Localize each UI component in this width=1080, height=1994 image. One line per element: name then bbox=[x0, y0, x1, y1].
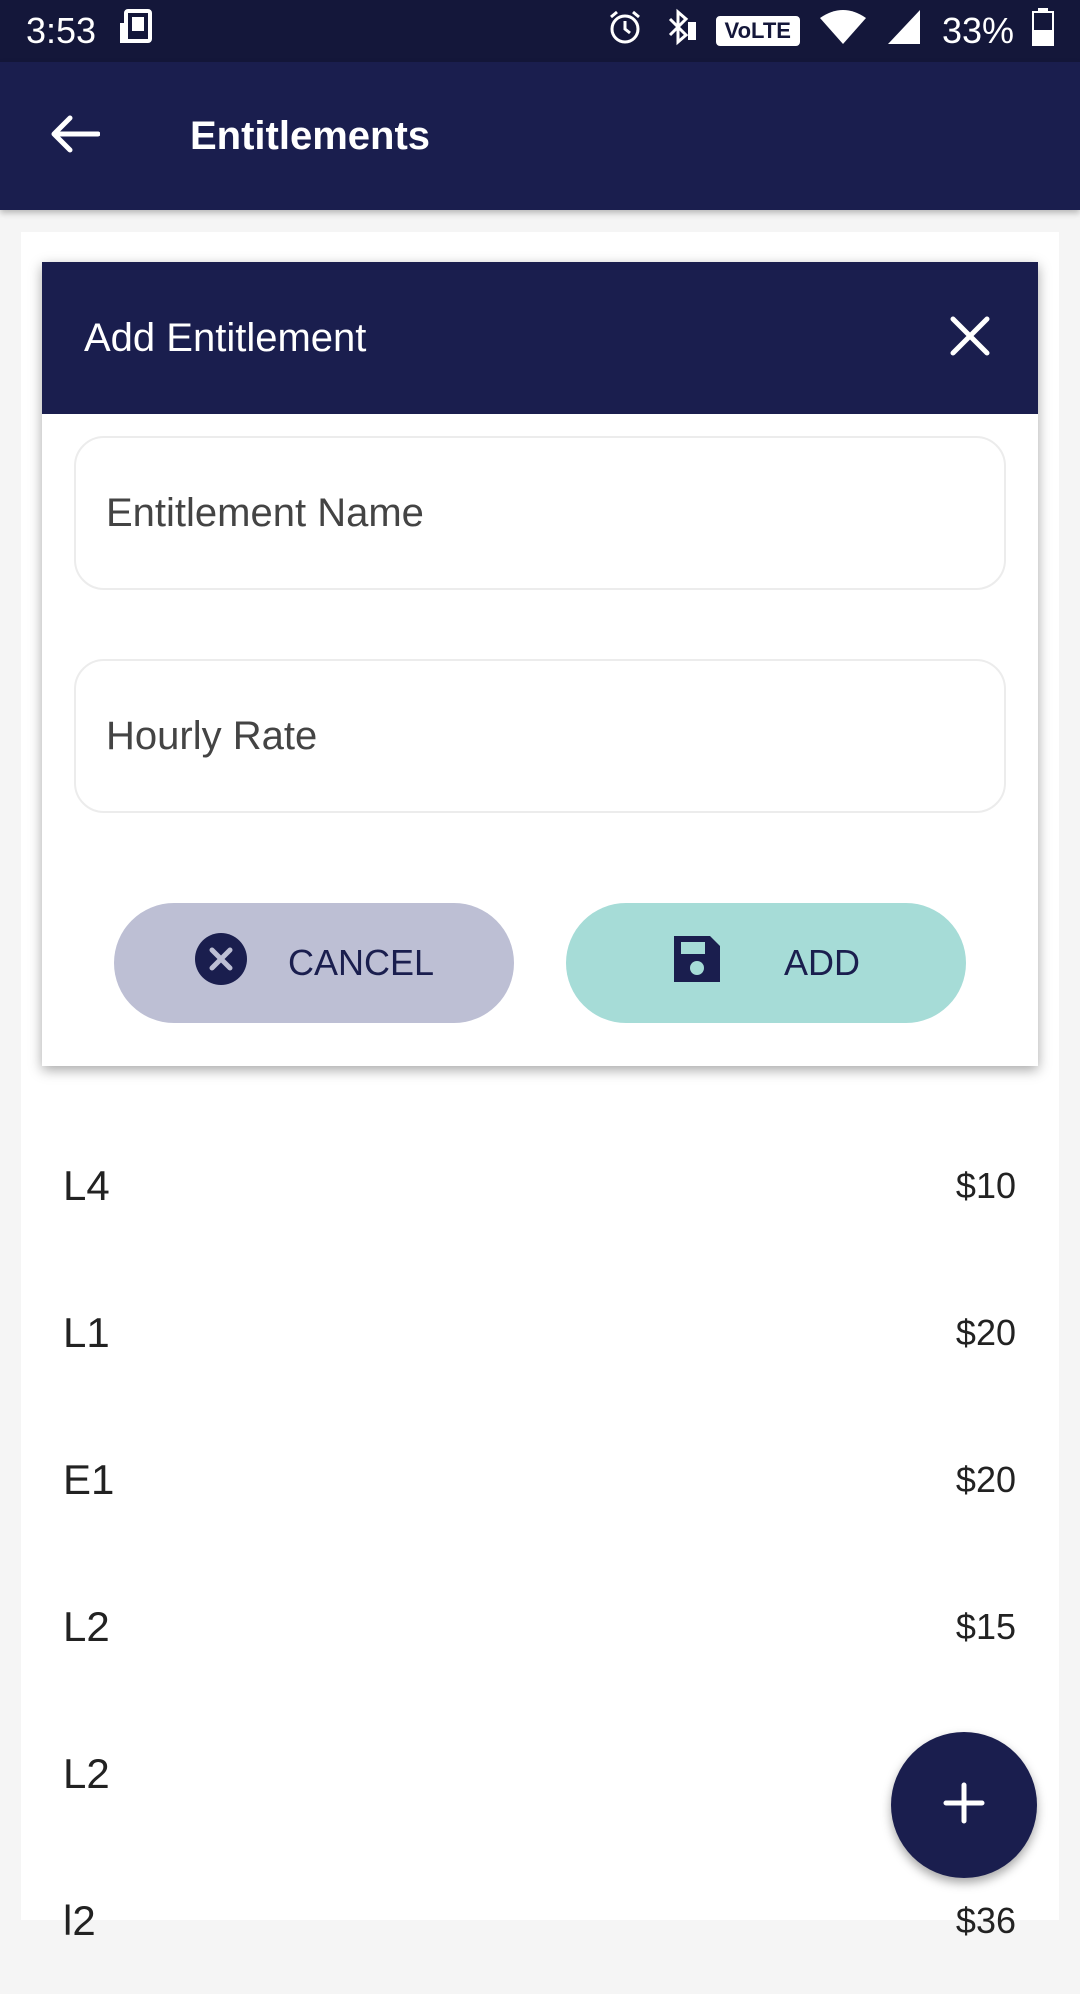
status-left: 3:53 bbox=[26, 7, 158, 56]
entitlement-name: E1 bbox=[63, 1455, 115, 1503]
cancel-circle-icon bbox=[194, 932, 248, 995]
list-item[interactable]: L2 $15 bbox=[21, 1553, 1059, 1700]
device-icon bbox=[118, 7, 158, 56]
entitlement-rate: $20 bbox=[955, 1458, 1016, 1500]
entitlement-name: L2 bbox=[63, 1602, 110, 1650]
add-button[interactable]: ADD bbox=[566, 903, 966, 1023]
entitlement-rate: $20 bbox=[955, 1311, 1016, 1353]
arrow-left-icon bbox=[48, 114, 101, 159]
status-time: 3:53 bbox=[26, 10, 97, 51]
page-title: Entitlements bbox=[190, 113, 431, 158]
app-bar: Entitlements bbox=[0, 62, 1080, 210]
hourly-rate-input[interactable] bbox=[106, 713, 974, 759]
entitlement-name: L1 bbox=[63, 1308, 110, 1356]
status-bar: 3:53 VoLTE 33% bbox=[0, 0, 1080, 62]
entitlement-rate: $15 bbox=[955, 1605, 1016, 1647]
entitlement-rate: $36 bbox=[955, 1899, 1016, 1941]
wifi-icon bbox=[818, 8, 868, 55]
entitlement-name-input[interactable] bbox=[106, 490, 974, 536]
back-button[interactable] bbox=[0, 62, 148, 210]
list-item[interactable]: L4 $10 bbox=[21, 1112, 1059, 1259]
floppy-disk-icon bbox=[672, 934, 722, 993]
entitlement-rate: $10 bbox=[955, 1164, 1016, 1206]
list-item[interactable]: E1 $20 bbox=[21, 1406, 1059, 1553]
hourly-rate-field[interactable] bbox=[74, 659, 1006, 813]
list-item[interactable]: l2 $36 bbox=[21, 1847, 1059, 1994]
battery-percent: 33% bbox=[941, 10, 1014, 51]
add-entitlement-dialog: Add Entitlement CANCEL bbox=[42, 262, 1038, 1066]
status-right: VoLTE 33% bbox=[606, 7, 1054, 55]
volte-badge: VoLTE bbox=[715, 16, 800, 46]
cancel-button[interactable]: CANCEL bbox=[114, 903, 514, 1023]
battery-icon bbox=[1032, 7, 1054, 55]
alarm-icon bbox=[606, 8, 644, 55]
entitlement-name-field[interactable] bbox=[74, 436, 1006, 590]
signal-icon bbox=[886, 8, 924, 55]
entitlement-name: L4 bbox=[63, 1161, 110, 1209]
entitlement-name: L2 bbox=[63, 1749, 110, 1797]
cancel-label: CANCEL bbox=[287, 942, 435, 983]
plus-icon bbox=[942, 1781, 986, 1830]
close-button[interactable] bbox=[940, 308, 1000, 368]
dialog-title: Add Entitlement bbox=[84, 315, 367, 360]
add-label: ADD bbox=[783, 942, 860, 983]
close-icon bbox=[949, 315, 991, 362]
list-item[interactable]: L1 $20 bbox=[21, 1259, 1059, 1406]
add-entitlement-fab[interactable] bbox=[891, 1732, 1037, 1878]
dialog-header: Add Entitlement bbox=[42, 262, 1038, 414]
bluetooth-icon bbox=[662, 8, 698, 55]
entitlement-name: l2 bbox=[63, 1896, 96, 1944]
